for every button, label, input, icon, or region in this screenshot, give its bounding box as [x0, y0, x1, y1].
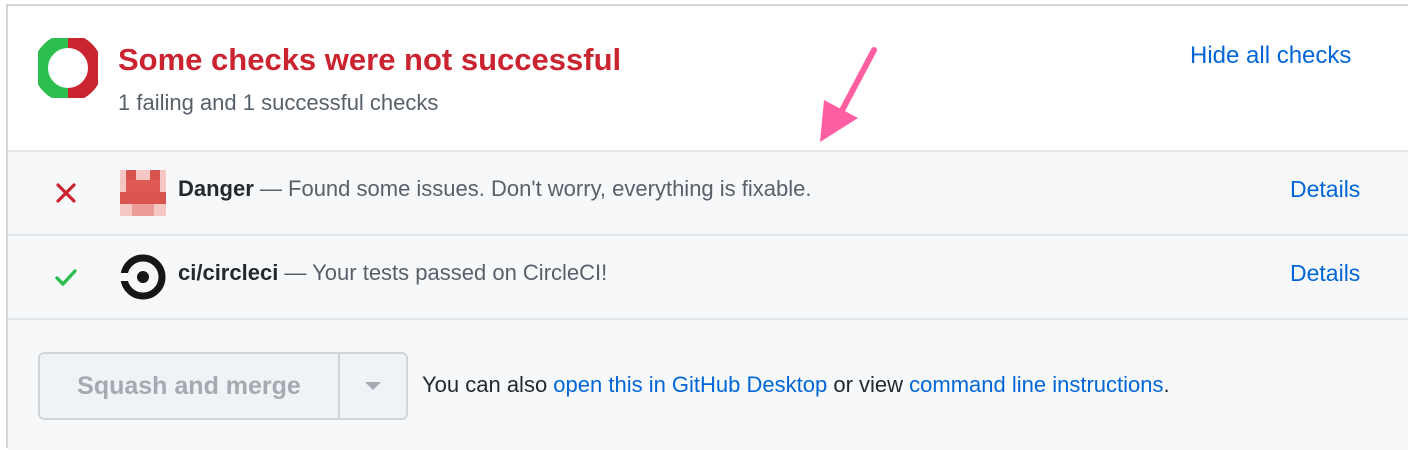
check-row-danger: Danger — Found some issues. Don't worry,… — [8, 150, 1408, 234]
x-icon — [56, 183, 76, 203]
check-row-circleci: ci/circleci — Your tests passed on Circl… — [8, 234, 1408, 318]
circleci-logo-icon — [120, 254, 166, 300]
checks-status-title: Some checks were not successful — [118, 42, 622, 77]
command-line-instructions-link[interactable]: command line instructions — [909, 372, 1163, 397]
danger-app-avatar — [120, 170, 166, 216]
details-link[interactable]: Details — [1290, 176, 1360, 203]
details-link[interactable]: Details — [1290, 260, 1360, 287]
partial-failure-ring-icon — [38, 38, 98, 98]
chevron-down-icon — [365, 382, 381, 390]
check-icon — [55, 269, 77, 286]
open-in-github-desktop-link[interactable]: open this in GitHub Desktop — [553, 372, 827, 397]
check-name: ci/circleci — [178, 260, 279, 285]
hide-all-checks-link[interactable]: Hide all checks — [1190, 42, 1351, 70]
merge-status-box: Some checks were not successful 1 failin… — [6, 4, 1408, 450]
checks-summary-header: Some checks were not successful 1 failin… — [8, 6, 1408, 150]
check-description: — Found some issues. Don't worry, everyt… — [253, 176, 812, 201]
merge-button-group: Squash and merge — [38, 352, 408, 420]
annotation-arrow-icon — [820, 47, 877, 142]
check-description: — Your tests passed on CircleCI! — [278, 260, 608, 285]
merge-alternatives-text: You can also open this in GitHub Desktop… — [422, 372, 1170, 397]
merge-area: Squash and merge You can also open this … — [8, 318, 1408, 450]
merge-method-dropdown-button[interactable] — [342, 354, 406, 418]
squash-and-merge-button[interactable]: Squash and merge — [40, 354, 340, 418]
check-name: Danger — [178, 176, 254, 201]
checks-status-subtitle: 1 failing and 1 successful checks — [118, 90, 439, 115]
